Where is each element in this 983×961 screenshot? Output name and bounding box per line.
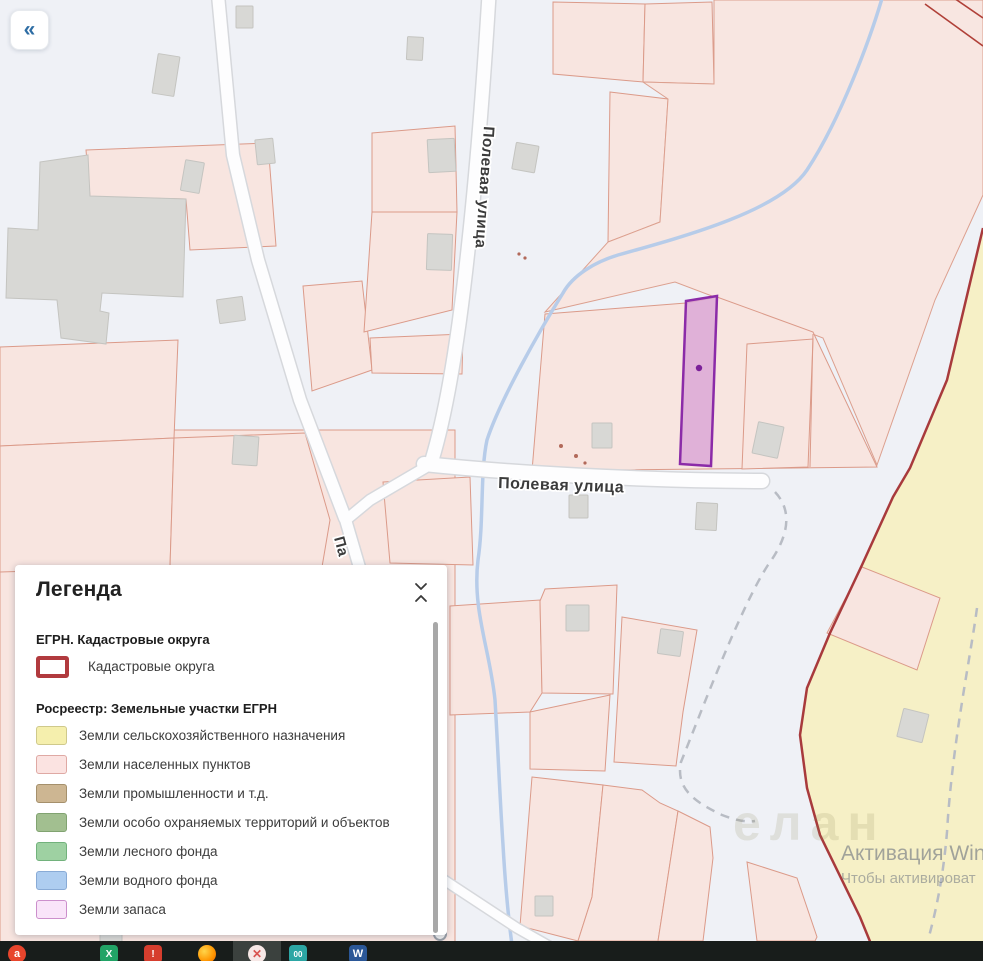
taskbar-map-app-icon[interactable]: ✕: [248, 945, 266, 961]
taskbar-red-app-icon[interactable]: !: [144, 945, 162, 961]
legend-section: Росреестр: Земельные участки ЕГРН Земли с…: [36, 701, 426, 924]
legend-sections: ЕГРН. Кадастровые округа Кадастровые окру…: [15, 632, 447, 924]
legend-swatch: [36, 871, 67, 890]
legend-section-header: Росреестр: Земельные участки ЕГРН: [36, 701, 277, 716]
legend-swatch: [36, 900, 67, 919]
legend-item: Земли населенных пунктов: [36, 750, 426, 779]
legend-item: Земли запаса: [36, 895, 426, 924]
legend-swatch: [36, 755, 67, 774]
legend-section-header: ЕГРН. Кадастровые округа: [36, 632, 210, 647]
legend-item: Земли лесного фонда: [36, 837, 426, 866]
taskbar-teal-app-icon[interactable]: 00: [289, 945, 307, 961]
legend-title: Легенда: [36, 578, 122, 601]
legend-item-label: Земли сельскохозяйственного назначения: [79, 728, 346, 743]
legend-swatch: [36, 842, 67, 861]
legend-item-label: Земли промышленности и т.д.: [79, 786, 269, 801]
taskbar-excel-icon[interactable]: X: [100, 945, 118, 961]
selected-parcel[interactable]: [678, 294, 719, 468]
legend-swatch: [36, 784, 67, 803]
collapse-chevrons-icon: «: [23, 18, 36, 41]
legend-swatch: [36, 813, 67, 832]
legend-item-label: Кадастровые округа: [88, 659, 215, 674]
legend-item: Земли водного фонда: [36, 866, 426, 895]
legend-item-label: Земли лесного фонда: [79, 844, 218, 859]
taskbar-word-icon[interactable]: W: [349, 945, 367, 961]
legend-swatch: [36, 726, 67, 745]
legend-panel: Легенда ЕГРН. Кадастровые округа Кадастро…: [15, 565, 447, 935]
legend-item-label: Земли водного фонда: [79, 873, 218, 888]
selected-parcel-point: [695, 364, 703, 372]
taskbar: a X ! ✕ 00 W: [0, 941, 983, 961]
legend-collapse-button[interactable]: [413, 582, 429, 608]
legend-item-label: Земли населенных пунктов: [79, 757, 251, 772]
legend-item: Земли особо охраняемых территорий и объе…: [36, 808, 426, 837]
map-viewport[interactable]: елан Полевая улица Полевая улица Па « Ле…: [0, 0, 983, 961]
legend-item-label: Земли запаса: [79, 902, 166, 917]
map-watermark: елан: [733, 795, 887, 851]
legend-swatch: [36, 655, 69, 678]
legend-item: Земли промышленности и т.д.: [36, 779, 426, 808]
legend-section: ЕГРН. Кадастровые округа Кадастровые окру…: [36, 632, 426, 681]
sidebar-collapse-button[interactable]: «: [10, 10, 49, 50]
taskbar-red-browser-icon[interactable]: a: [8, 945, 26, 961]
legend-item: Земли сельскохозяйственного назначения: [36, 721, 426, 750]
legend-item: Кадастровые округа: [36, 652, 426, 681]
legend-scrollbar[interactable]: [433, 622, 438, 933]
collapse-vertical-icon: [415, 583, 427, 602]
taskbar-firefox-icon[interactable]: [198, 945, 216, 961]
legend-item-label: Земли особо охраняемых территорий и объе…: [79, 815, 390, 830]
